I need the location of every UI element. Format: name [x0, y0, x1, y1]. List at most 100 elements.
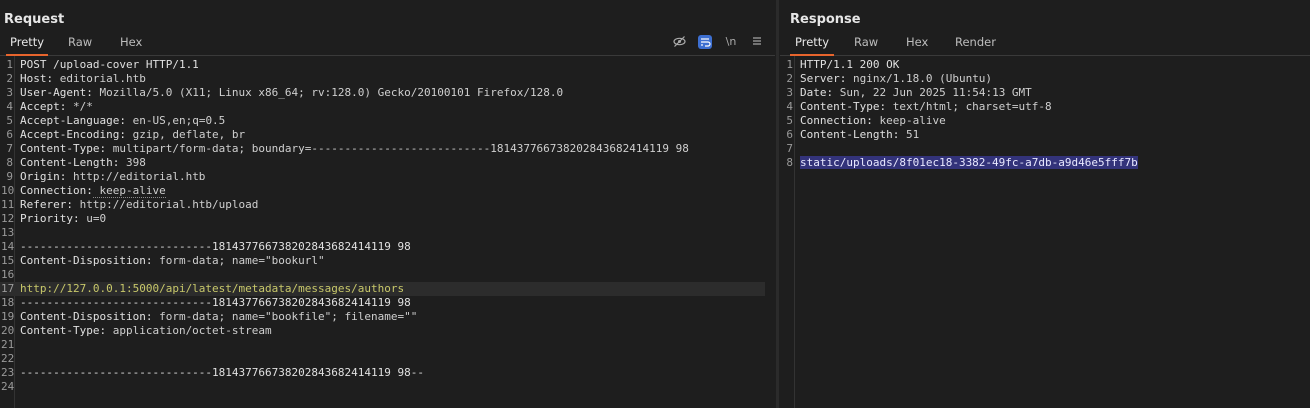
line-content: -----------------------------18143776673… [20, 296, 411, 310]
header-value: form-data; name="bookurl" [152, 254, 325, 267]
code-line[interactable]: 21 [0, 338, 765, 352]
header-value: editorial.htb [53, 72, 146, 85]
line-content: HTTP/1.1 200 OK [800, 58, 899, 72]
code-line[interactable]: 19 Content-Disposition: form-data; name="… [0, 310, 765, 324]
header-value: text/html; charset=utf-8 [886, 100, 1052, 113]
line-number: 10 [1, 184, 15, 197]
response-title: Response [790, 12, 861, 27]
request-pane: Request Pretty Raw Hex \n 1 POST /upload-… [0, 0, 775, 408]
code-line[interactable]: 24 [0, 380, 765, 394]
line-number: 1 [6, 58, 13, 71]
line-number: 23 [1, 366, 15, 379]
code-line[interactable]: 8 Content-Length: 398 [0, 156, 765, 170]
selected-text: static/uploads/8f01ec18-3382-49fc-a7db-a… [800, 156, 1138, 169]
header-value: 398 [119, 156, 146, 169]
code-line[interactable]: 2 Server: nginx/1.18.0 (Ubuntu) [780, 72, 1300, 86]
line-number: 19 [1, 310, 15, 323]
line-content: Date: Sun, 22 Jun 2025 11:54:13 GMT [800, 86, 1032, 100]
pane-divider[interactable] [776, 0, 779, 408]
tab-render[interactable]: Render [955, 33, 996, 54]
request-editor[interactable]: 1 POST /upload-cover HTTP/1.1 2 Host: edito… [0, 56, 765, 408]
code-line[interactable]: 3 User-Agent: Mozilla/5.0 (X11; Linux x86… [0, 86, 765, 100]
response-editor[interactable]: 1 HTTP/1.1 200 OK 2 Server: nginx/1.18.0 (U… [780, 56, 1300, 408]
wrap-icon[interactable] [698, 35, 712, 49]
code-line[interactable]: 6 Accept-Encoding: gzip, deflate, br [0, 128, 765, 142]
line-number: 8 [6, 156, 13, 169]
line-content: Connection: keep-alive [800, 114, 946, 128]
code-line[interactable]: 1 POST /upload-cover HTTP/1.1 [0, 58, 765, 72]
line-number: 6 [786, 128, 793, 141]
tab-hex[interactable]: Hex [120, 33, 142, 54]
code-line[interactable]: 1 HTTP/1.1 200 OK [780, 58, 1300, 72]
header-name: Content-Length: [20, 156, 120, 169]
line-number: 3 [6, 86, 13, 99]
code-line[interactable]: 8 static/uploads/8f01ec18-3382-49fc-a7db-… [780, 156, 1300, 170]
line-content: Origin: http://editorial.htb [20, 170, 205, 184]
header-value: u=0 [79, 212, 107, 225]
line-content: Content-Type: multipart/form-data; bound… [20, 142, 689, 156]
line-number: 21 [1, 338, 15, 351]
code-line[interactable]: 9 Origin: http://editorial.htb [0, 170, 765, 184]
code-line[interactable]: 5 Connection: keep-alive [780, 114, 1300, 128]
code-line[interactable]: 10 Connection: keep-alive [0, 184, 765, 198]
line-number: 12 [1, 212, 15, 225]
code-line[interactable]: 4 Accept: */* [0, 100, 765, 114]
header-value: gzip, deflate, br [125, 128, 246, 141]
line-number: 5 [786, 114, 793, 127]
code-line[interactable]: 23 -----------------------------181437766… [0, 366, 765, 380]
header-value: http://editorial.htb/upload [72, 198, 259, 211]
header-name: Accept-Language: [20, 114, 126, 127]
tab-raw[interactable]: Raw [68, 33, 92, 54]
tab-raw[interactable]: Raw [854, 33, 878, 54]
tab-pretty[interactable]: Pretty [790, 33, 835, 56]
code-line[interactable]: 20 Content-Type: application/octet-stream [0, 324, 765, 338]
header-value: */* [66, 100, 93, 113]
hide-icon[interactable] [672, 35, 686, 49]
header-name: Origin: [20, 170, 67, 183]
header-name: Content-Type: [20, 142, 107, 155]
code-line[interactable]: 12 Priority: u=0 [0, 212, 765, 226]
header-name: Priority: [20, 212, 80, 225]
code-line[interactable]: 7 Content-Type: multipart/form-data; boun… [0, 142, 765, 156]
header-value: application/octet-stream [106, 324, 272, 337]
code-line[interactable]: 7 [780, 142, 1300, 156]
code-line[interactable]: 11 Referer: http://editorial.htb/upload [0, 198, 765, 212]
line-content: Accept-Language: en-US,en;q=0.5 [20, 114, 225, 128]
line-content: Host: editorial.htb [20, 72, 146, 86]
request-tabs: Pretty Raw Hex [0, 33, 775, 56]
line-content: Content-Disposition: form-data; name="bo… [20, 254, 325, 268]
header-name: Connection: [20, 184, 93, 197]
code-line[interactable]: 5 Accept-Language: en-US,en;q=0.5 [0, 114, 765, 128]
header-name: Accept: [20, 100, 67, 113]
code-line[interactable]: 18 -----------------------------181437766… [0, 296, 765, 310]
header-value: keep-alive [92, 184, 166, 198]
line-content: Referer: http://editorial.htb/upload [20, 198, 258, 212]
header-value: Sun, 22 Jun 2025 11:54:13 GMT [833, 86, 1032, 99]
tab-hex[interactable]: Hex [906, 33, 928, 54]
code-line[interactable]: 3 Date: Sun, 22 Jun 2025 11:54:13 GMT [780, 86, 1300, 100]
code-line[interactable]: 4 Content-Type: text/html; charset=utf-8 [780, 100, 1300, 114]
header-name: Accept-Encoding: [20, 128, 126, 141]
url-value: http://127.0.0.1:5000/api/latest/metadat… [20, 282, 405, 295]
line-number: 3 [786, 86, 793, 99]
header-value: multipart/form-data; boundary=----------… [106, 142, 689, 155]
header-name: Date: [800, 86, 834, 99]
header-value: form-data; name="bookfile"; filename="" [152, 310, 418, 323]
code-line[interactable]: 15 Content-Disposition: form-data; name="… [0, 254, 765, 268]
menu-icon[interactable] [750, 35, 764, 49]
code-line[interactable]: 22 [0, 352, 765, 366]
code-line[interactable]: 6 Content-Length: 51 [780, 128, 1300, 142]
code-line[interactable]: 13 [0, 226, 765, 240]
line-content: Priority: u=0 [20, 212, 106, 226]
header-name: Content-Type: [20, 324, 107, 337]
code-line[interactable]: 2 Host: editorial.htb [0, 72, 765, 86]
line-number: 9 [6, 170, 13, 183]
code-line[interactable]: 17 http://127.0.0.1:5000/api/latest/metad… [0, 282, 765, 296]
tab-pretty[interactable]: Pretty [6, 33, 49, 56]
line-content: Server: nginx/1.18.0 (Ubuntu) [800, 72, 992, 86]
newline-icon[interactable]: \n [724, 35, 738, 49]
line-content: Content-Type: application/octet-stream [20, 324, 272, 338]
code-line[interactable]: 14 -----------------------------181437766… [0, 240, 765, 254]
header-value: 51 [899, 128, 920, 141]
code-line[interactable]: 16 [0, 268, 765, 282]
